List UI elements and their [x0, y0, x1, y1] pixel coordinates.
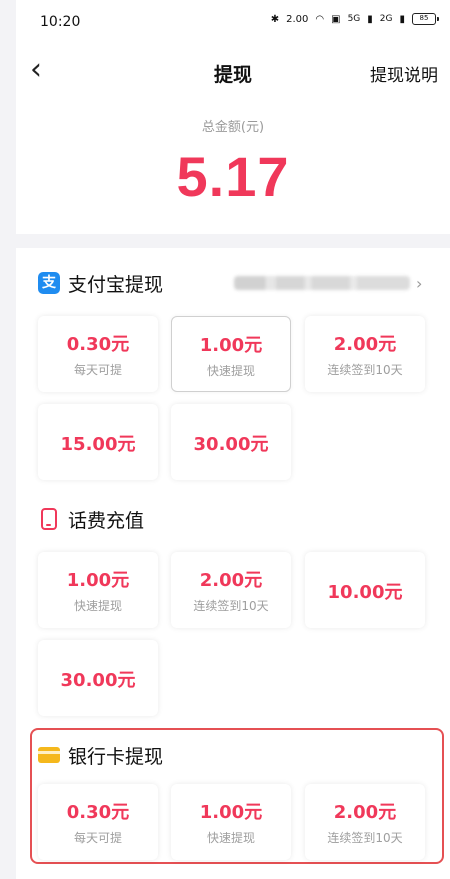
total-summary: 总金额(元) 5.17: [16, 104, 450, 234]
option-amount: 1.00元: [66, 570, 130, 591]
alipay-option-2[interactable]: 2.00元 连续签到10天: [305, 316, 425, 392]
option-amount: 2.00元: [333, 334, 397, 355]
option-amount: 30.00元: [60, 670, 136, 691]
option-amount: 0.30元: [66, 334, 130, 355]
option-note: 连续签到10天: [327, 831, 403, 845]
bank-option-2[interactable]: 2.00元 连续签到10天: [305, 784, 425, 860]
hd-icon: ▣: [331, 13, 341, 25]
alipay-account-redacted: [234, 276, 410, 290]
option-amount: 1.00元: [199, 335, 263, 356]
option-note: 快速提现: [206, 364, 255, 378]
bank-option-0[interactable]: 0.30元 每天可提: [38, 784, 158, 860]
alipay-icon: 支: [38, 272, 60, 294]
chevron-right-icon: ›: [416, 273, 423, 293]
option-note: 每天可提: [73, 363, 122, 377]
option-amount: 30.00元: [193, 434, 269, 455]
alipay-option-4[interactable]: 30.00元: [171, 404, 291, 480]
option-note: 每天可提: [73, 831, 122, 845]
total-amount: 5.17: [176, 145, 290, 208]
phone-option-1[interactable]: 2.00元 连续签到10天: [171, 552, 291, 628]
option-note: 连续签到10天: [193, 599, 269, 613]
net-speed: 2.00: [286, 13, 309, 25]
phone-section-title: 话费充值: [68, 509, 145, 532]
phone-option-2[interactable]: 10.00元: [305, 552, 425, 628]
wifi-icon: ◠: [315, 13, 325, 25]
signal-bars-2-icon: ▮: [399, 13, 405, 25]
option-note: 快速提现: [73, 599, 122, 613]
withdraw-explain-link[interactable]: 提现说明: [370, 61, 438, 86]
bank-card-icon: [38, 747, 60, 763]
bluetooth-icon: ✱: [270, 13, 280, 25]
status-time: 10:20: [40, 14, 81, 30]
status-bar: 10:20 ✱ 2.00 ◠ ▣ 5G ▮ 2G ▮ 85: [16, 0, 450, 44]
option-amount: 15.00元: [60, 434, 136, 455]
status-icons: ✱ 2.00 ◠ ▣ 5G ▮ 2G ▮ 85: [270, 13, 439, 25]
option-note: 快速提现: [206, 831, 255, 845]
page-left-edge: [0, 0, 16, 879]
withdraw-page: 10:20 ✱ 2.00 ◠ ▣ 5G ▮ 2G ▮ 85 ‹ 提现 提现说明 …: [16, 0, 450, 879]
nav-bar: ‹ 提现 提现说明: [16, 46, 450, 98]
phone-icon: [41, 508, 57, 530]
phone-option-0[interactable]: 1.00元 快速提现: [38, 552, 158, 628]
bank-section-header: 银行卡提现: [38, 740, 163, 770]
phone-option-3[interactable]: 30.00元: [38, 640, 158, 716]
phone-section-header: 话费充值: [38, 504, 144, 534]
section-divider: [16, 234, 450, 248]
option-amount: 2.00元: [199, 570, 263, 591]
bank-section-title: 银行卡提现: [68, 745, 164, 768]
alipay-option-0[interactable]: 0.30元 每天可提: [38, 316, 158, 392]
alipay-account-row[interactable]: ›: [234, 272, 430, 294]
option-amount: 2.00元: [333, 802, 397, 823]
option-amount: 0.30元: [66, 802, 130, 823]
alipay-section-header: 支 支付宝提现: [38, 268, 163, 298]
bank-option-1[interactable]: 1.00元 快速提现: [171, 784, 291, 860]
option-amount: 1.00元: [199, 802, 263, 823]
signal-1-label: 5G: [347, 14, 361, 24]
signal-bars-icon: ▮: [367, 13, 373, 25]
total-label: 总金额(元): [201, 120, 265, 135]
signal-2-label: 2G: [379, 14, 393, 24]
alipay-section-title: 支付宝提现: [68, 273, 164, 296]
battery-icon: 85: [412, 13, 439, 25]
option-note: 连续签到10天: [327, 363, 403, 377]
alipay-option-3[interactable]: 15.00元: [38, 404, 158, 480]
option-amount: 10.00元: [327, 582, 403, 603]
alipay-option-1[interactable]: 1.00元 快速提现: [171, 316, 291, 392]
